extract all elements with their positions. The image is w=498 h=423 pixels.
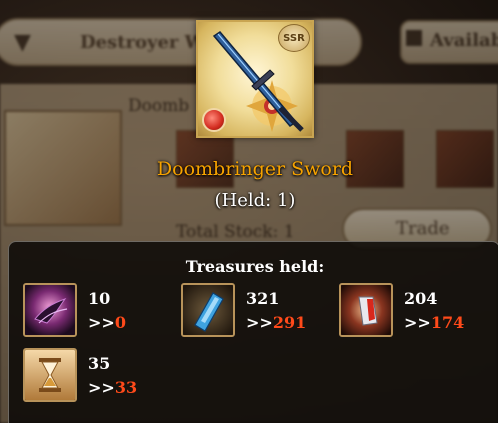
available-label: Availab [430, 30, 498, 51]
treasure-item: 35 >>33 [23, 348, 173, 404]
arrow-text: >> [404, 313, 431, 332]
item-name: Doombringer Sword [156, 158, 354, 180]
treasure-after: >>291 [246, 313, 306, 332]
blue-crystal-icon [181, 283, 235, 337]
treasure-item: 321 >>291 [181, 283, 331, 339]
dropdown-arrow-icon: ▼ [14, 30, 31, 55]
sword-icon: SSR [196, 20, 314, 138]
checkbox-icon [406, 30, 422, 46]
arrow-text: >> [88, 313, 115, 332]
treasure-trade-screen: ▼ Destroyer W Availab Doomb Total Stock:… [0, 0, 498, 423]
hourglass-icon [23, 348, 77, 402]
total-stock-label: Total Stock: 1 [176, 222, 295, 242]
after-value: 174 [430, 313, 465, 332]
filter-label: Destroyer W [80, 32, 205, 53]
treasure-after: >>0 [88, 313, 126, 332]
treasure-count: 35 [88, 354, 111, 373]
treasure-after: >>33 [88, 378, 137, 397]
ssr-badge: SSR [278, 24, 310, 52]
treasures-held-title: Treasures held: [185, 257, 325, 276]
treasure-count: 321 [246, 289, 280, 308]
held-count: (Held: 1) [214, 190, 296, 211]
treasures-held-panel: Treasures held: 10 >>0 321 >>291 204 >>1… [8, 241, 498, 423]
treasure-after: >>174 [404, 313, 464, 332]
arrow-text: >> [88, 378, 115, 397]
treasure-item: 10 >>0 [23, 283, 173, 339]
after-value: 291 [272, 313, 307, 332]
after-value: 0 [114, 313, 126, 332]
arrow-text: >> [246, 313, 273, 332]
fire-element-icon [202, 108, 226, 132]
dark-claw-icon [23, 283, 77, 337]
item-name-bg: Doomb [128, 96, 190, 116]
after-value: 33 [114, 378, 138, 397]
treasure-count: 204 [404, 289, 438, 308]
treasure-count: 10 [88, 289, 111, 308]
trade-button-label: Trade [396, 218, 450, 239]
treasure-item: 204 >>174 [339, 283, 489, 339]
red-shard-icon [339, 283, 393, 337]
